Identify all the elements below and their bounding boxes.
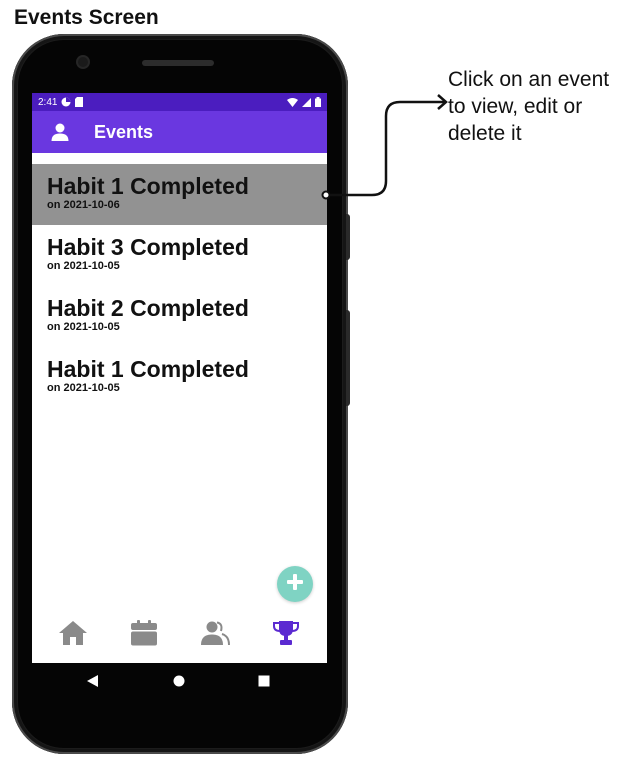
event-date: on 2021-10-05 (47, 260, 120, 272)
back-icon[interactable] (82, 668, 104, 694)
calendar-icon (130, 619, 158, 652)
home-icon (58, 620, 88, 651)
event-item[interactable]: Habit 2 Completed on 2021-10-05 (32, 286, 327, 347)
event-list: Habit 1 Completed on 2021-10-06 Habit 3 … (32, 164, 327, 408)
nav-home[interactable] (53, 615, 93, 655)
figure-title: Events Screen (14, 6, 159, 29)
wifi-icon (287, 97, 298, 107)
callout-line: Click on an event (448, 68, 610, 91)
front-camera (78, 57, 88, 67)
bottom-navigation (32, 613, 327, 657)
callout-line: to view, edit or (448, 95, 583, 118)
event-date: on 2021-10-06 (47, 199, 120, 211)
plus-icon (285, 572, 305, 597)
people-icon (200, 620, 230, 651)
add-event-button[interactable] (277, 566, 313, 602)
sd-card-icon (75, 97, 84, 107)
power-button (346, 214, 350, 260)
event-title: Habit 1 Completed (47, 356, 249, 382)
event-date: on 2021-10-05 (47, 321, 120, 333)
event-title: Habit 1 Completed (47, 173, 249, 199)
pie-chart-icon (61, 97, 71, 107)
event-date: on 2021-10-05 (47, 382, 120, 394)
status-time: 2:41 (38, 96, 58, 108)
status-bar: 2:41 (32, 93, 327, 111)
app-bar-title: Events (94, 121, 154, 142)
event-item-selected[interactable]: Habit 1 Completed on 2021-10-06 (32, 164, 327, 225)
callout-annotation: Click on an event to view, edit or delet… (448, 66, 638, 147)
nav-friends[interactable] (195, 615, 235, 655)
trophy-icon (272, 619, 300, 652)
app-bar: Events (32, 111, 327, 153)
event-title: Habit 3 Completed (47, 234, 249, 260)
system-navigation-bar (32, 668, 327, 694)
callout-line: delete it (448, 122, 522, 145)
event-item[interactable]: Habit 1 Completed on 2021-10-05 (32, 347, 327, 408)
nav-calendar[interactable] (124, 615, 164, 655)
person-icon[interactable] (50, 122, 70, 142)
recents-icon[interactable] (253, 668, 275, 694)
signal-icon (302, 97, 311, 107)
event-item[interactable]: Habit 3 Completed on 2021-10-05 (32, 225, 327, 286)
callout-arrow (321, 94, 448, 200)
event-title: Habit 2 Completed (47, 295, 249, 321)
home-circle-icon[interactable] (168, 668, 190, 694)
figure: Events Screen 2:41 Events Habit 1 Comple… (0, 0, 641, 761)
phone-screen: 2:41 Events Habit 1 Completed on 2021-10… (32, 93, 327, 663)
nav-events[interactable] (266, 615, 306, 655)
volume-button (346, 310, 350, 406)
earpiece-speaker (142, 60, 214, 66)
